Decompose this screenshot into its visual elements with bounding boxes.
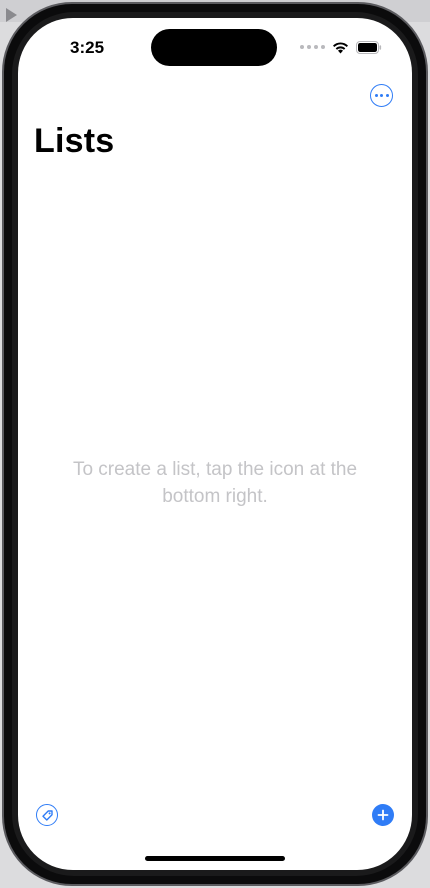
wifi-icon	[332, 41, 349, 54]
home-indicator[interactable]	[145, 856, 285, 861]
empty-state-message: To create a list, tap the icon at the bo…	[72, 459, 358, 507]
play-icon	[6, 8, 17, 22]
status-time: 3:25	[70, 38, 105, 57]
add-list-button[interactable]	[372, 804, 394, 826]
app-screen: 3:25 Lists To create a list, tap the ico…	[18, 18, 412, 870]
dynamic-island	[151, 29, 277, 66]
battery-icon	[356, 40, 382, 54]
tag-icon	[41, 809, 53, 821]
more-options-button[interactable]	[370, 84, 393, 107]
status-indicators	[300, 40, 382, 54]
ellipsis-circle-icon	[374, 94, 378, 97]
plus-icon	[377, 809, 389, 821]
page-title: Lists	[34, 122, 115, 160]
tags-button[interactable]	[36, 804, 58, 826]
cellular-signal-icon	[300, 45, 325, 49]
